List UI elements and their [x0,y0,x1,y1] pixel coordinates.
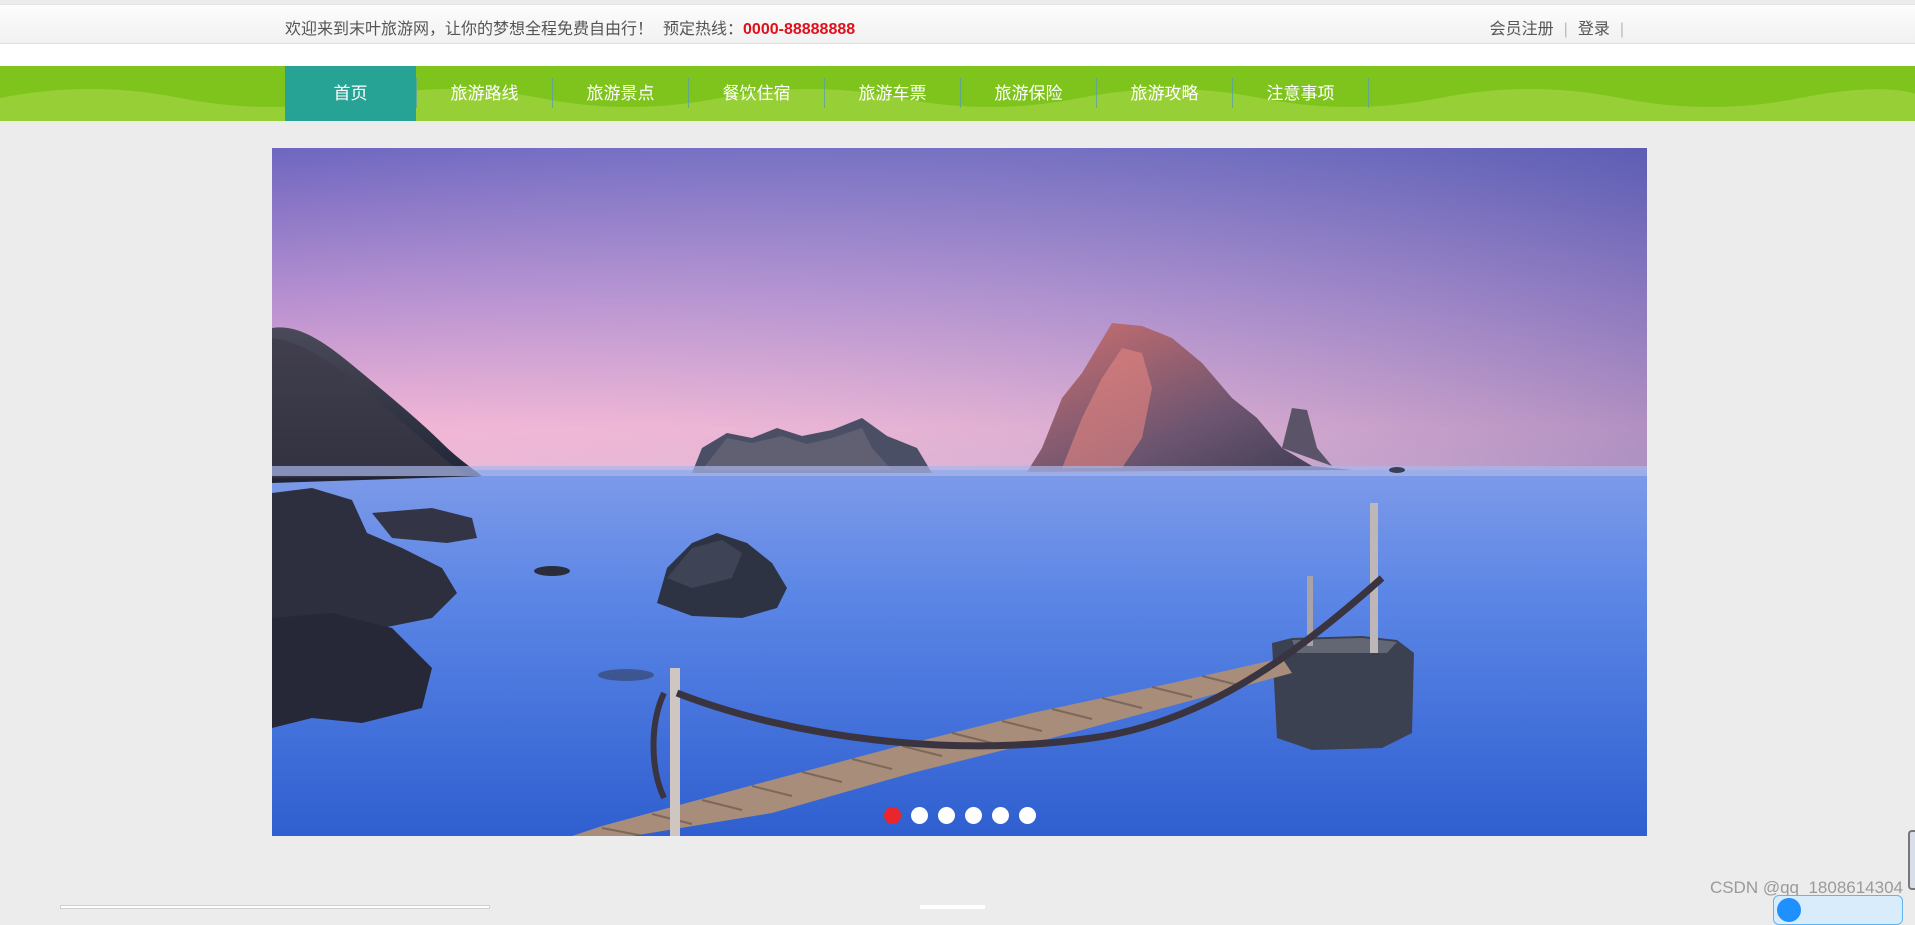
header-spacer [0,44,1915,66]
nav-divider [1368,78,1369,108]
bottom-bar-left [60,905,490,909]
login-link[interactable]: 登录 [1578,21,1610,38]
carousel-dot-4[interactable] [964,807,982,824]
nav-item-4[interactable]: 餐饮住宿 [689,66,824,121]
nav-item-2[interactable]: 旅游路线 [417,66,552,121]
nav-item-8[interactable]: 注意事项 [1233,66,1368,121]
carousel-dot-5[interactable] [991,807,1009,824]
help-icon [1777,898,1801,922]
side-feedback-tab[interactable] [1908,830,1915,890]
register-link[interactable]: 会员注册 [1490,21,1554,38]
nav-item-3[interactable]: 旅游景点 [553,66,688,121]
link-separator-trailing: | [1619,21,1624,38]
carousel-dot-1[interactable] [883,807,901,824]
nav-item-6[interactable]: 旅游保险 [961,66,1096,121]
banner-image-island-pier [272,148,1647,836]
carousel-dot-2[interactable] [910,807,928,824]
carousel-dot-6[interactable] [1018,807,1036,824]
welcome-message: 欢迎来到末叶旅游网，让你的梦想全程免费自由行！ 预定热线：0000-8888888… [285,15,855,39]
hotline-number: 0000-88888888 [743,21,856,38]
carousel-pagination [272,807,1647,824]
nav-item-5[interactable]: 旅游车票 [825,66,960,121]
floating-help-button[interactable] [1773,895,1903,925]
bottom-bar-center [920,905,985,909]
nav-items: 首页 旅游路线 旅游景点 餐饮住宿 旅游车票 旅游保险 旅游攻略 注意事项 [285,66,1369,121]
main-nav: 首页 旅游路线 旅游景点 餐饮住宿 旅游车票 旅游保险 旅游攻略 注意事项 [0,66,1915,121]
welcome-text: 欢迎来到末叶旅游网，让你的梦想全程免费自由行！ [285,21,654,38]
account-links: 会员注册 | 登录 | [1490,15,1634,39]
top-bar: 欢迎来到末叶旅游网，让你的梦想全程免费自由行！ 预定热线：0000-8888888… [0,4,1915,44]
link-separator: | [1563,21,1568,38]
banner-carousel[interactable] [272,148,1647,836]
carousel-dot-3[interactable] [937,807,955,824]
nav-item-7[interactable]: 旅游攻略 [1097,66,1232,121]
nav-item-1[interactable]: 首页 [285,66,416,121]
hotline-label: 预定热线： [663,21,744,38]
